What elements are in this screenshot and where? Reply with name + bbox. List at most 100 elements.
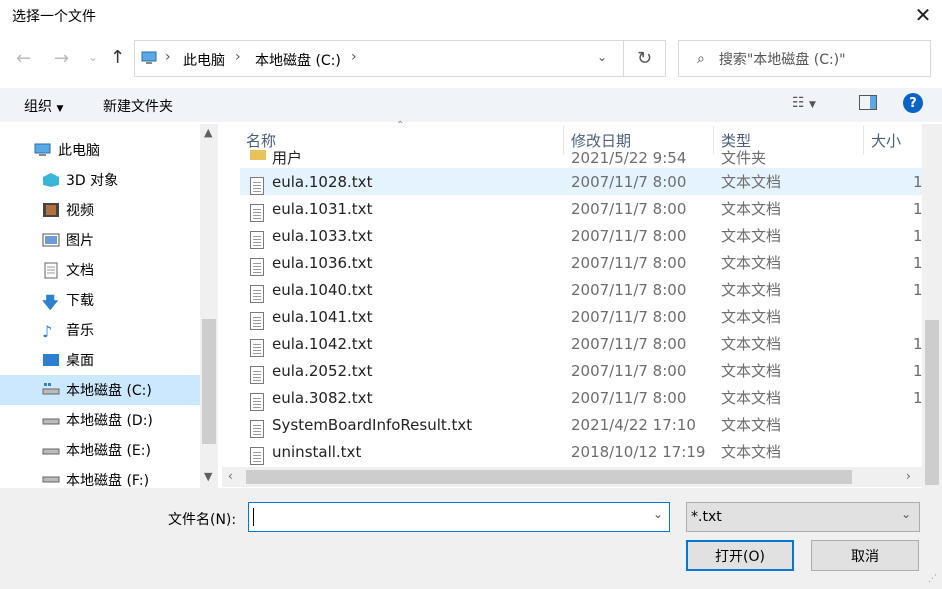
new-folder-button[interactable]: 新建文件夹 [103,96,173,116]
preview-pane-icon[interactable] [859,95,877,110]
document-icon [42,262,60,279]
file-name: eula.1031.txt [272,199,373,218]
text-file-icon [250,365,264,384]
open-button[interactable]: 打开(O) [686,540,794,571]
file-type-select[interactable]: *.txt ⌄ [686,502,920,532]
search-box[interactable]: ⌕ 搜索"本地磁盘 (C:)" [678,40,931,77]
file-date: 2021/4/22 17:10 [571,415,696,434]
recent-locations-button[interactable]: ⌄ [88,50,98,64]
nav-item-drive-f[interactable]: 本地磁盘 (F:) [0,466,200,488]
chevron-down-icon: ⌄ [901,507,912,521]
file-name: eula.2052.txt [272,361,373,380]
drive-icon [42,470,60,486]
file-name: eula.1041.txt [272,307,373,326]
computer-icon [141,51,157,64]
address-bar[interactable]: › 此电脑 › 本地磁盘 (C:) › ⌄ [134,40,624,77]
nav-item-drive-c[interactable]: 本地磁盘 (C:) [0,375,200,405]
list-item[interactable]: uninstall.txt 2018/10/12 17:19 文本文档 [240,438,922,465]
breadcrumb-drive-c[interactable]: 本地磁盘 (C:) [255,50,341,70]
scroll-down-icon[interactable]: ▼ [204,470,212,483]
text-file-icon [250,203,264,222]
text-file-icon [250,257,264,276]
list-item[interactable]: eula.1040.txt 2007/11/7 8:00 文本文档 1 [240,276,923,303]
file-name: eula.3082.txt [272,388,373,407]
file-list-scrollbar[interactable] [922,124,942,488]
list-item[interactable]: eula.3082.txt 2007/11/7 8:00 文本文档 1 [240,384,923,411]
nav-item-pictures[interactable]: 图片 [0,226,200,254]
file-type: 文本文档 [721,362,782,380]
file-date: 2007/11/7 8:00 [571,253,687,272]
list-item[interactable]: eula.1031.txt 2007/11/7 8:00 文本文档 1 [240,195,923,222]
list-item[interactable]: eula.1041.txt 2007/11/7 8:00 文本文档 [240,303,922,330]
horizontal-scrollbar[interactable]: ‹ › [222,467,922,487]
nav-item-music[interactable]: ♪ 音乐 [0,316,200,344]
resize-grip-icon[interactable]: ⋰ [928,574,937,584]
text-file-icon [250,230,264,249]
nav-item-drive-e[interactable]: 本地磁盘 (E:) [0,436,200,464]
back-button[interactable]: ← [16,48,31,69]
nav-item-3d-objects[interactable]: 3D 对象 [0,166,200,194]
filename-label: 文件名(N): [168,512,237,528]
nav-scrollbar[interactable]: ▲ ▼ [200,124,218,488]
file-type: 文本文档 [721,416,782,434]
scroll-right-icon[interactable]: › [906,469,911,483]
nav-item-this-pc[interactable]: 此电脑 [0,136,200,164]
file-name: eula.1033.txt [272,226,373,245]
scroll-left-icon[interactable]: ‹ [228,469,233,483]
text-file-icon [250,446,264,465]
breadcrumb-separator-icon: › [351,49,357,65]
navigation-pane: 此电脑 3D 对象 视频 图片 文档 🡇 下载 ♪ 音乐 桌面 本地磁盘 (C:… [0,124,220,488]
text-file-icon [250,338,264,357]
list-item[interactable]: eula.1028.txt 2007/11/7 8:00 文本文档 1 [240,168,923,195]
file-type: 文本文档 [721,335,782,353]
horizontal-scrollbar-thumb[interactable] [246,470,852,484]
nav-scrollbar-thumb[interactable] [202,319,216,444]
text-file-icon [250,311,264,330]
text-file-icon [250,284,264,303]
organize-button[interactable]: 组织 ▼ [24,96,63,116]
filename-input[interactable]: ⌄ [248,502,670,532]
chevron-down-icon[interactable]: ⌄ [653,507,663,521]
nav-item-downloads[interactable]: 🡇 下载 [0,286,200,314]
file-name: SystemBoardInfoResult.txt [272,415,473,434]
cube-icon [42,172,60,188]
text-file-icon [250,392,264,411]
search-placeholder: 搜索"本地磁盘 (C:)" [718,51,846,68]
close-icon: ✕ [914,3,932,27]
nav-item-documents[interactable]: 文档 [0,256,200,284]
close-button[interactable]: ✕ [905,0,941,30]
scroll-up-icon[interactable]: ▲ [204,126,212,139]
file-date: 2007/11/7 8:00 [571,307,687,326]
file-list-scrollbar-thumb[interactable] [925,320,939,485]
address-dropdown-icon[interactable]: ⌄ [597,50,607,64]
list-item[interactable]: eula.1042.txt 2007/11/7 8:00 文本文档 1 [240,330,923,357]
list-item[interactable]: eula.1036.txt 2007/11/7 8:00 文本文档 1 [240,249,923,276]
file-name: eula.1028.txt [272,172,373,191]
command-bar: 组织 ▼ 新建文件夹 ☷ ▼ ? [0,88,942,122]
file-name: eula.1042.txt [272,334,373,353]
refresh-button[interactable]: ↻ [624,40,666,77]
nav-item-videos[interactable]: 视频 [0,196,200,224]
cancel-button[interactable]: 取消 [811,540,919,571]
list-item[interactable]: eula.1033.txt 2007/11/7 8:00 文本文档 1 [240,222,923,249]
up-button[interactable]: ↑ [110,47,125,68]
dialog-footer: 文件名(N): ⌄ *.txt ⌄ 打开(O) 取消 ⋰ [0,488,942,589]
file-type: 文本文档 [721,389,782,407]
breadcrumb-separator-icon: › [235,49,241,65]
download-icon: 🡇 [42,293,59,312]
breadcrumb-this-pc[interactable]: 此电脑 [183,50,225,70]
file-type: 文本文档 [721,173,782,191]
file-type: 文本文档 [721,443,782,461]
forward-button[interactable]: → [54,48,69,69]
file-type: 文本文档 [721,254,782,272]
help-icon[interactable]: ? [903,93,923,113]
file-date: 2007/11/7 8:00 [571,199,687,218]
music-icon: ♪ [42,322,53,341]
view-options-icon[interactable]: ☷ ▼ [792,95,816,111]
list-item[interactable]: eula.2052.txt 2007/11/7 8:00 文本文档 1 [240,357,923,384]
list-item[interactable]: SystemBoardInfoResult.txt 2021/4/22 17:10… [240,411,922,438]
file-date: 2007/11/7 8:00 [571,361,687,380]
breadcrumb-separator-icon: › [165,49,171,65]
nav-item-desktop[interactable]: 桌面 [0,346,200,374]
nav-item-drive-d[interactable]: 本地磁盘 (D:) [0,406,200,434]
